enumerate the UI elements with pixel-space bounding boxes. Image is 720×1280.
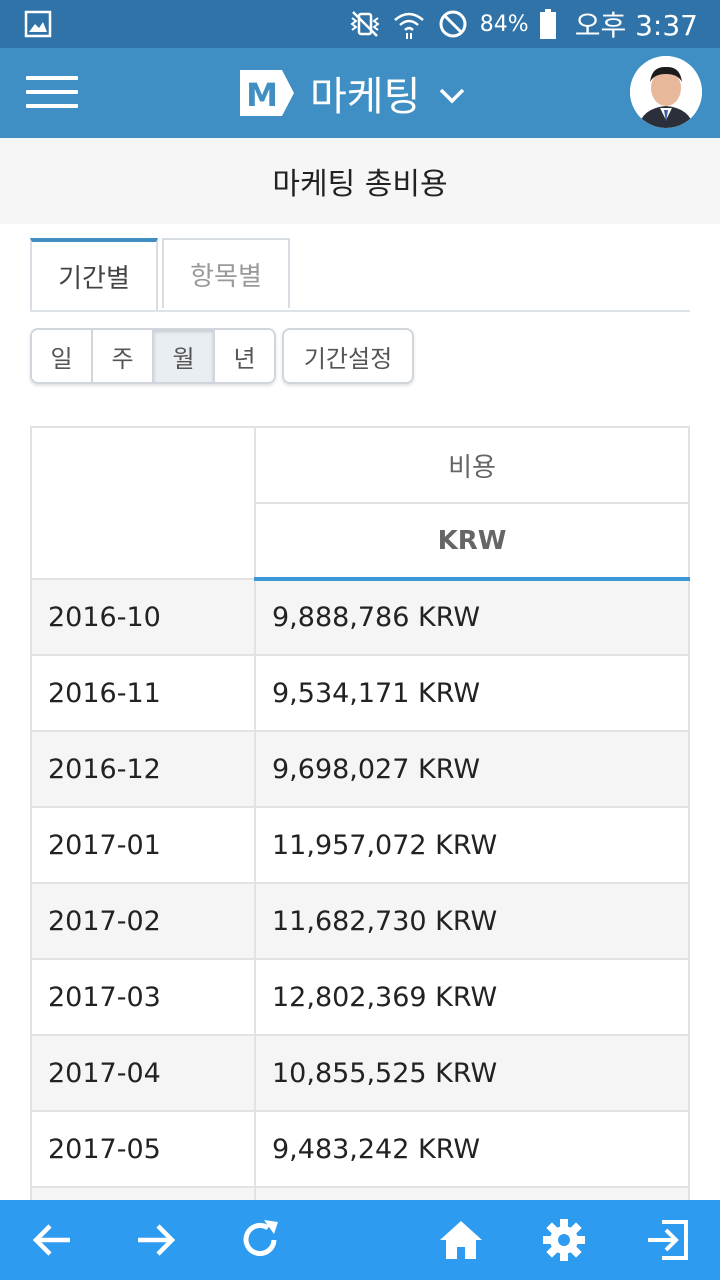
row-period: 2017-05 [30, 1110, 256, 1188]
table-row: 2017-01 11,957,072 KRW [30, 806, 690, 884]
period-day-button[interactable]: 일 [32, 330, 93, 382]
table-row: 2017-03 12,802,369 KRW [30, 958, 690, 1036]
row-period: 2016-10 [30, 578, 256, 656]
table-row: 2016-11 9,534,171 KRW [30, 654, 690, 732]
menu-button[interactable] [26, 76, 78, 112]
app-selector[interactable]: M 마케팅 [238, 66, 466, 120]
logout-icon[interactable] [646, 1218, 690, 1262]
table-row: 2017-05 9,483,242 KRW [30, 1110, 690, 1188]
tab-by-period[interactable]: 기간별 [30, 238, 158, 310]
wifi-icon [393, 12, 424, 39]
row-period: 2017-01 [30, 806, 256, 884]
row-value: 9,483,242 KRW [254, 1110, 690, 1188]
home-icon[interactable] [438, 1218, 484, 1262]
app-logo-letter: M [246, 76, 278, 114]
tab-by-item[interactable]: 항목별 [162, 238, 290, 308]
row-value: 12,802,369 KRW [254, 958, 690, 1036]
unit-header: KRW [254, 502, 690, 581]
row-value: 11,682,730 KRW [254, 882, 690, 960]
battery-icon [539, 9, 556, 39]
gallery-icon [24, 10, 52, 38]
table-row: 2016-12 9,698,027 KRW [30, 730, 690, 808]
app-logo-icon: M [240, 70, 294, 116]
table-row: 2017-02 11,682,730 KRW [30, 882, 690, 960]
clock: 오후 3:37 [574, 9, 698, 42]
gear-icon[interactable] [542, 1218, 586, 1262]
app-title: 마케팅 [310, 74, 421, 120]
user-photo [630, 56, 702, 128]
page-title: 마케팅 총비용 [272, 167, 448, 202]
period-month-button[interactable]: 월 [154, 330, 215, 382]
row-period: 2017-03 [30, 958, 256, 1036]
period-selector: 일 주 월 년 [30, 328, 276, 384]
row-period: 2016-11 [30, 654, 256, 732]
period-week-button[interactable]: 주 [93, 330, 154, 382]
row-value: 10,855,525 KRW [254, 1034, 690, 1112]
refresh-icon[interactable] [238, 1218, 282, 1262]
back-arrow-icon[interactable] [30, 1218, 74, 1262]
cost-header: 비용 [254, 426, 690, 504]
app-bar: M 마케팅 [0, 48, 720, 138]
row-value: 9,888,786 KRW [254, 578, 690, 656]
battery-percent: 84% [479, 11, 529, 37]
row-value: 9,698,027 KRW [254, 730, 690, 808]
view-tabs: 기간별 항목별 [30, 238, 690, 312]
forward-arrow-icon[interactable] [134, 1218, 178, 1262]
row-period: 2016-12 [30, 730, 256, 808]
row-period: 2017-04 [30, 1034, 256, 1112]
date-range-button[interactable]: 기간설정 [282, 328, 414, 384]
chevron-down-icon [440, 88, 465, 104]
status-bar: 84% 오후 3:37 [0, 0, 720, 48]
cost-table: 비용 KRW 2016-10 9,888,786 KRW 2016-11 9,5… [30, 426, 690, 1264]
page-title-bar: 마케팅 총비용 [0, 138, 720, 224]
avatar[interactable] [630, 56, 702, 128]
period-header [30, 426, 256, 580]
row-value: 11,957,072 KRW [254, 806, 690, 884]
vibrate-mute-icon [350, 11, 380, 37]
bottom-nav [0, 1200, 720, 1280]
no-signal-icon [439, 10, 467, 38]
row-period: 2017-02 [30, 882, 256, 960]
row-value: 9,534,171 KRW [254, 654, 690, 732]
table-row: 2016-10 9,888,786 KRW [30, 578, 690, 656]
period-year-button[interactable]: 년 [215, 330, 274, 382]
table-row: 2017-04 10,855,525 KRW [30, 1034, 690, 1112]
